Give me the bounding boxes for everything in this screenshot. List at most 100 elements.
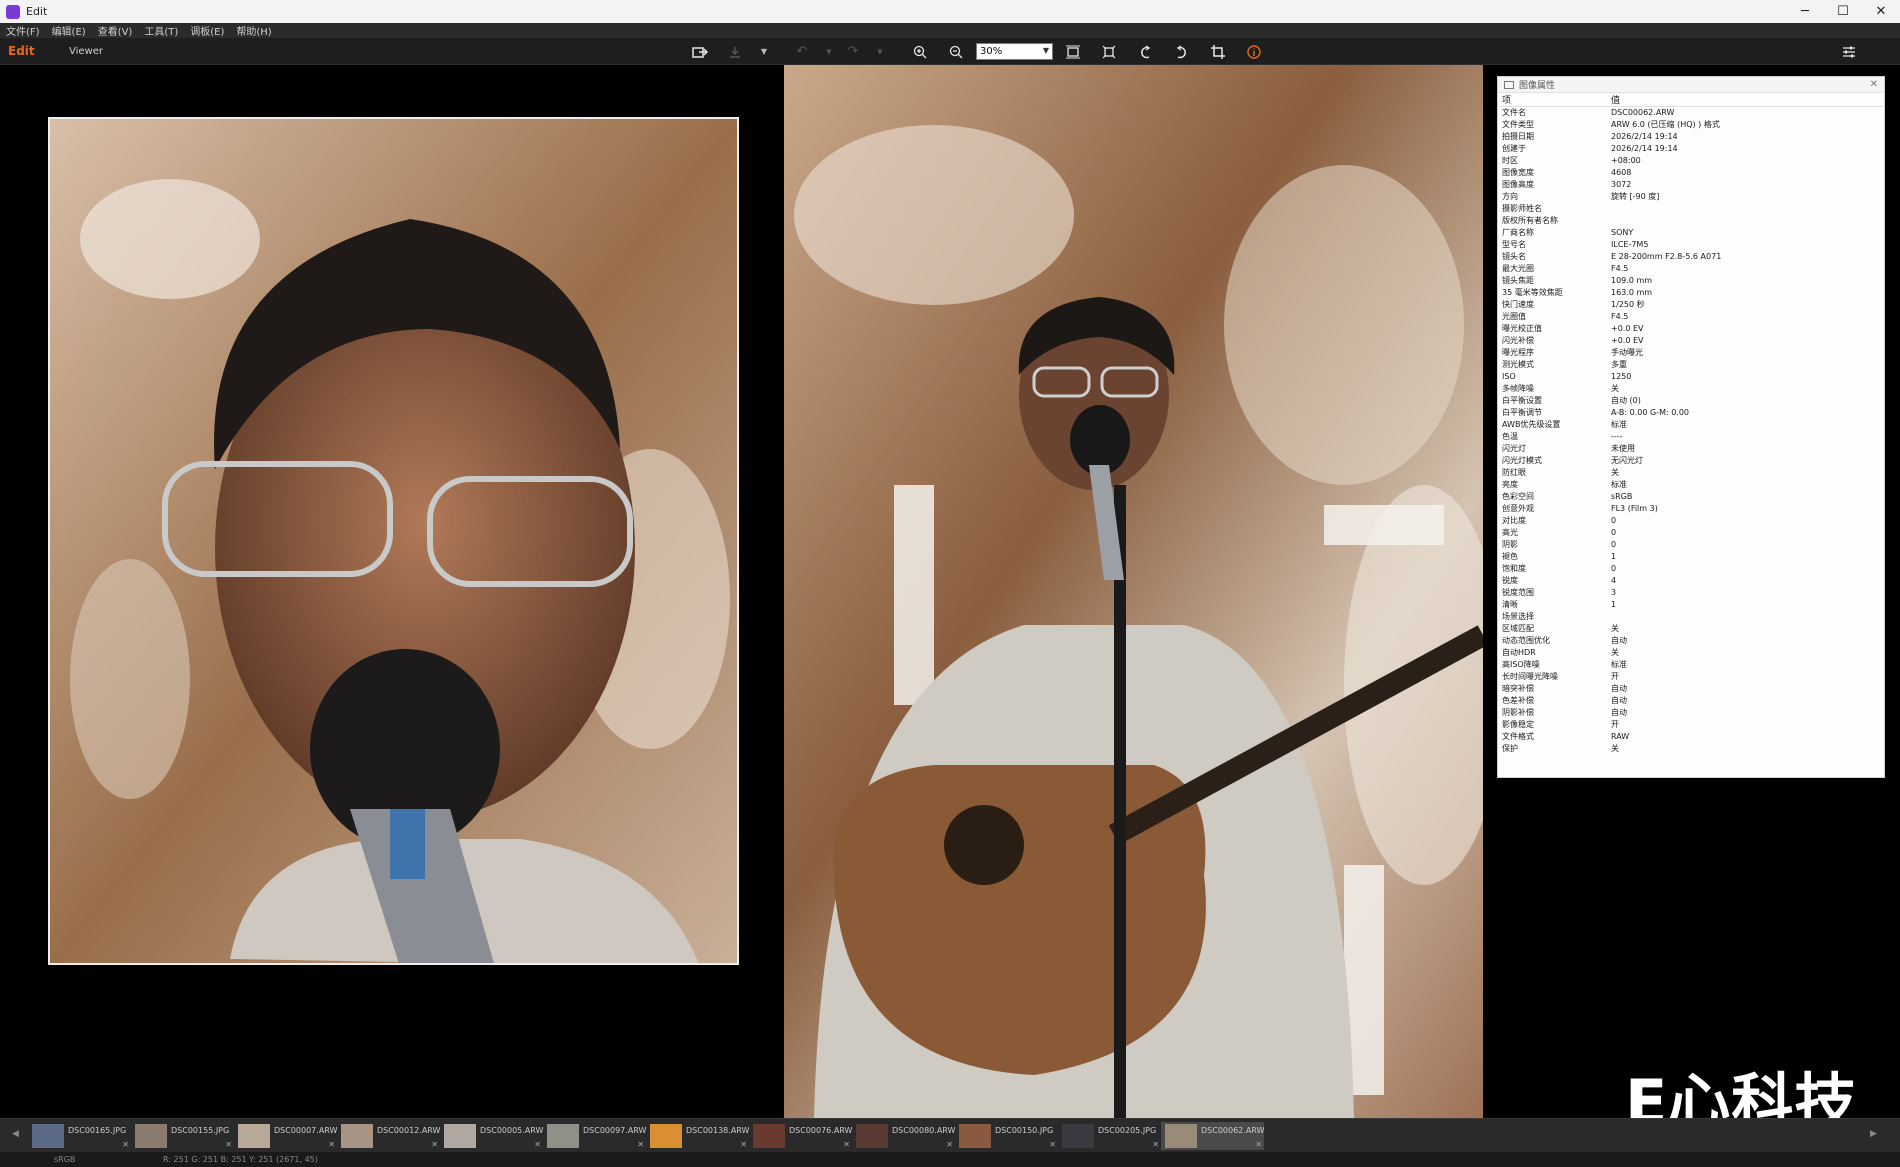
zoom-in-icon[interactable] [911, 43, 929, 60]
property-row[interactable]: 创意外观 FL3 (Film 3) [1498, 503, 1884, 515]
property-row[interactable]: 区域匹配 关 [1498, 623, 1884, 635]
menu-edit[interactable]: 编辑(E) [52, 23, 86, 38]
property-row[interactable]: 35 毫米等效焦距 163.0 mm [1498, 287, 1884, 299]
chevron-left-icon[interactable]: ◀ [12, 1129, 19, 1139]
property-row[interactable]: 时区 +08:00 [1498, 155, 1884, 167]
property-row[interactable]: 多帧降噪 关 [1498, 383, 1884, 395]
menu-tools[interactable]: 工具(T) [144, 23, 178, 38]
chevron-right-icon[interactable]: ▶ [1870, 1129, 1877, 1139]
menu-file[interactable]: 文件(F) [6, 23, 40, 38]
property-row[interactable]: 创建于 2026/2/14 19:14 [1498, 143, 1884, 155]
property-row[interactable]: 阴影 0 [1498, 539, 1884, 551]
property-row[interactable]: 场景选择 [1498, 611, 1884, 623]
property-row[interactable]: 图像宽度 4608 [1498, 167, 1884, 179]
property-row[interactable]: 快门速度 1/250 秒 [1498, 299, 1884, 311]
filmstrip-item[interactable]: DSC00076.ARW ✕ [749, 1122, 852, 1150]
mode-edit-tab[interactable]: Edit [8, 44, 35, 58]
filmstrip-item[interactable]: DSC00012.ARW ✕ [337, 1122, 440, 1150]
property-row[interactable]: 自动HDR 关 [1498, 647, 1884, 659]
redo-icon[interactable]: ↷ [844, 43, 862, 60]
property-row[interactable]: 镜头焦距 109.0 mm [1498, 275, 1884, 287]
viewer-left-pane[interactable] [0, 65, 784, 1118]
property-row[interactable]: 拍摄日期 2026/2/14 19:14 [1498, 131, 1884, 143]
close-icon[interactable]: ✕ [534, 1140, 541, 1149]
rotate-right-icon[interactable] [1172, 43, 1190, 60]
property-row[interactable]: 保护 关 [1498, 743, 1884, 755]
close-icon[interactable]: ✕ [431, 1140, 438, 1149]
filmstrip-item[interactable]: DSC00150.JPG ✕ [955, 1122, 1058, 1150]
redo-dropdown-icon[interactable]: ▼ [871, 43, 889, 60]
dropdown-icon[interactable]: ▼ [755, 43, 773, 60]
property-row[interactable]: 曝光程序 手动曝光 [1498, 347, 1884, 359]
close-icon[interactable]: ✕ [637, 1140, 644, 1149]
property-row[interactable]: 阴影补偿 自动 [1498, 707, 1884, 719]
filmstrip-item[interactable]: DSC00205.JPG ✕ [1058, 1122, 1161, 1150]
close-icon[interactable]: ✕ [225, 1140, 232, 1149]
property-row[interactable]: 防红眼 关 [1498, 467, 1884, 479]
property-row[interactable]: 长时间曝光降噪 开 [1498, 671, 1884, 683]
property-row[interactable]: 清晰 1 [1498, 599, 1884, 611]
thumbnail-image[interactable] [547, 1124, 579, 1148]
undo-dropdown-icon[interactable]: ▼ [820, 43, 838, 60]
photo-main[interactable] [784, 65, 1483, 1118]
property-row[interactable]: 饱和度 0 [1498, 563, 1884, 575]
property-row[interactable]: 色温 ---- [1498, 431, 1884, 443]
close-icon[interactable]: ✕ [1152, 1140, 1159, 1149]
thumbnail-image[interactable] [650, 1124, 682, 1148]
thumbnail-image[interactable] [959, 1124, 991, 1148]
menu-palette[interactable]: 调板(E) [190, 23, 224, 38]
filmstrip-item[interactable]: DSC00062.ARW ✕ [1161, 1122, 1264, 1150]
property-row[interactable]: 褪色 1 [1498, 551, 1884, 563]
thumbnail-image[interactable] [753, 1124, 785, 1148]
thumbnail-image[interactable] [341, 1124, 373, 1148]
property-row[interactable]: 摄影师姓名 [1498, 203, 1884, 215]
close-icon[interactable]: ✕ [740, 1140, 747, 1149]
thumbnail-image[interactable] [1062, 1124, 1094, 1148]
save-icon[interactable] [726, 43, 744, 60]
export-icon[interactable] [691, 43, 709, 60]
property-row[interactable]: 色彩空间 sRGB [1498, 491, 1884, 503]
menu-view[interactable]: 查看(V) [98, 23, 133, 38]
filmstrip-item[interactable]: DSC00080.ARW ✕ [852, 1122, 955, 1150]
thumbnail-image[interactable] [135, 1124, 167, 1148]
filmstrip-item[interactable]: DSC00138.ARW ✕ [646, 1122, 749, 1150]
property-row[interactable]: 高光 0 [1498, 527, 1884, 539]
property-row[interactable]: 锐度 4 [1498, 575, 1884, 587]
settings-icon[interactable] [1840, 43, 1858, 60]
property-row[interactable]: 色差补偿 自动 [1498, 695, 1884, 707]
close-icon[interactable]: ✕ [1255, 1140, 1262, 1149]
property-row[interactable]: 测光模式 多重 [1498, 359, 1884, 371]
zoom-select[interactable]: 30% ▼ [976, 43, 1053, 60]
thumbnail-image[interactable] [1165, 1124, 1197, 1148]
property-row[interactable]: 文件类型 ARW 6.0 (已压缩 (HQ) ) 格式 [1498, 119, 1884, 131]
close-icon[interactable]: ✕ [1870, 79, 1878, 90]
thumbnail-image[interactable] [238, 1124, 270, 1148]
property-row[interactable]: 闪光灯模式 无闪光灯 [1498, 455, 1884, 467]
property-row[interactable]: 文件名 DSC00062.ARW [1498, 107, 1884, 119]
close-icon[interactable]: ✕ [946, 1140, 953, 1149]
property-row[interactable]: 闪光灯 未使用 [1498, 443, 1884, 455]
property-row[interactable]: ISO 1250 [1498, 371, 1884, 383]
filmstrip-item[interactable]: DSC00005.ARW ✕ [440, 1122, 543, 1150]
property-row[interactable]: 暗突补偿 自动 [1498, 683, 1884, 695]
filmstrip-item[interactable]: DSC00097.ARW ✕ [543, 1122, 646, 1150]
property-row[interactable]: 影像稳定 开 [1498, 719, 1884, 731]
column-value[interactable]: 值 [1611, 93, 1620, 106]
column-key[interactable]: 项 [1498, 93, 1611, 106]
rotate-left-icon[interactable] [1137, 43, 1155, 60]
close-icon[interactable]: ✕ [843, 1140, 850, 1149]
property-row[interactable]: 版权所有者名称 [1498, 215, 1884, 227]
filmstrip-item[interactable]: DSC00165.JPG ✕ [28, 1122, 131, 1150]
close-icon[interactable]: ✕ [328, 1140, 335, 1149]
undo-icon[interactable]: ↶ [793, 43, 811, 60]
property-row[interactable]: 文件格式 RAW [1498, 731, 1884, 743]
photo-preview-closeup[interactable] [48, 117, 739, 965]
close-icon[interactable]: ✕ [122, 1140, 129, 1149]
property-row[interactable]: 光圈值 F4.5 [1498, 311, 1884, 323]
property-row[interactable]: 锐度范围 3 [1498, 587, 1884, 599]
info-icon[interactable] [1245, 43, 1263, 60]
property-row[interactable]: 型号名 ILCE-7M5 [1498, 239, 1884, 251]
property-row[interactable]: 白平衡调节 A-B: 0.00 G-M: 0.00 [1498, 407, 1884, 419]
close-button[interactable]: ✕ [1862, 0, 1900, 23]
crop-icon[interactable] [1209, 43, 1227, 60]
